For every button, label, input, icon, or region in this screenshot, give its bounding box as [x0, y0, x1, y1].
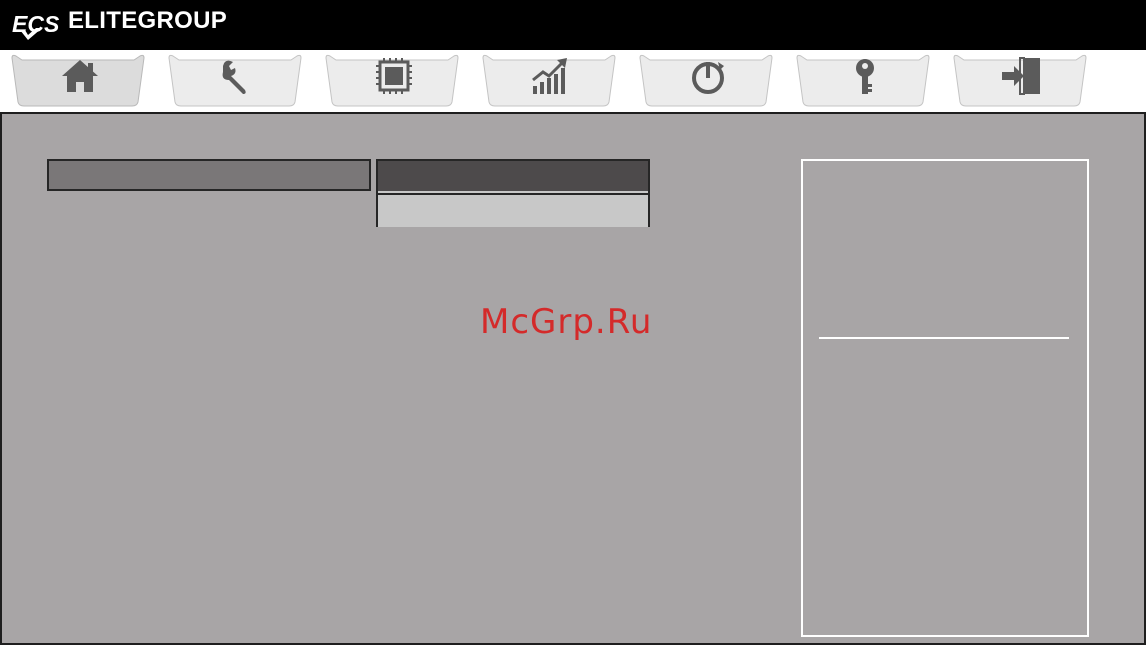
option-dropdown[interactable] — [376, 159, 650, 227]
key-icon — [843, 54, 887, 98]
tab-chipset[interactable] — [322, 50, 462, 110]
help-divider — [819, 337, 1069, 339]
chart-up-icon — [529, 54, 573, 98]
exit-door-icon — [1000, 54, 1044, 98]
wrench-icon — [215, 54, 259, 98]
tab-exit[interactable] — [950, 50, 1090, 110]
tab-performance[interactable] — [479, 50, 619, 110]
power-cycle-icon — [686, 54, 730, 98]
tab-advanced[interactable] — [165, 50, 305, 110]
dropdown-option[interactable] — [378, 193, 648, 227]
home-icon — [58, 54, 102, 98]
tab-power[interactable] — [636, 50, 776, 110]
ecs-logo: ECS — [12, 6, 64, 44]
tab-main[interactable] — [8, 50, 148, 110]
dropdown-selected-option[interactable] — [378, 161, 648, 191]
main-panel: McGrp.Ru — [0, 112, 1146, 645]
help-panel — [801, 159, 1089, 637]
watermark-text: McGrp.Ru — [480, 302, 653, 342]
tab-bar — [0, 50, 1146, 112]
setting-field[interactable] — [47, 159, 371, 191]
header-bar: ECS ELITEGROUP — [0, 0, 1146, 50]
tab-security[interactable] — [793, 50, 933, 110]
cpu-chip-icon — [372, 54, 416, 98]
brand-name: ELITEGROUP — [68, 7, 228, 34]
